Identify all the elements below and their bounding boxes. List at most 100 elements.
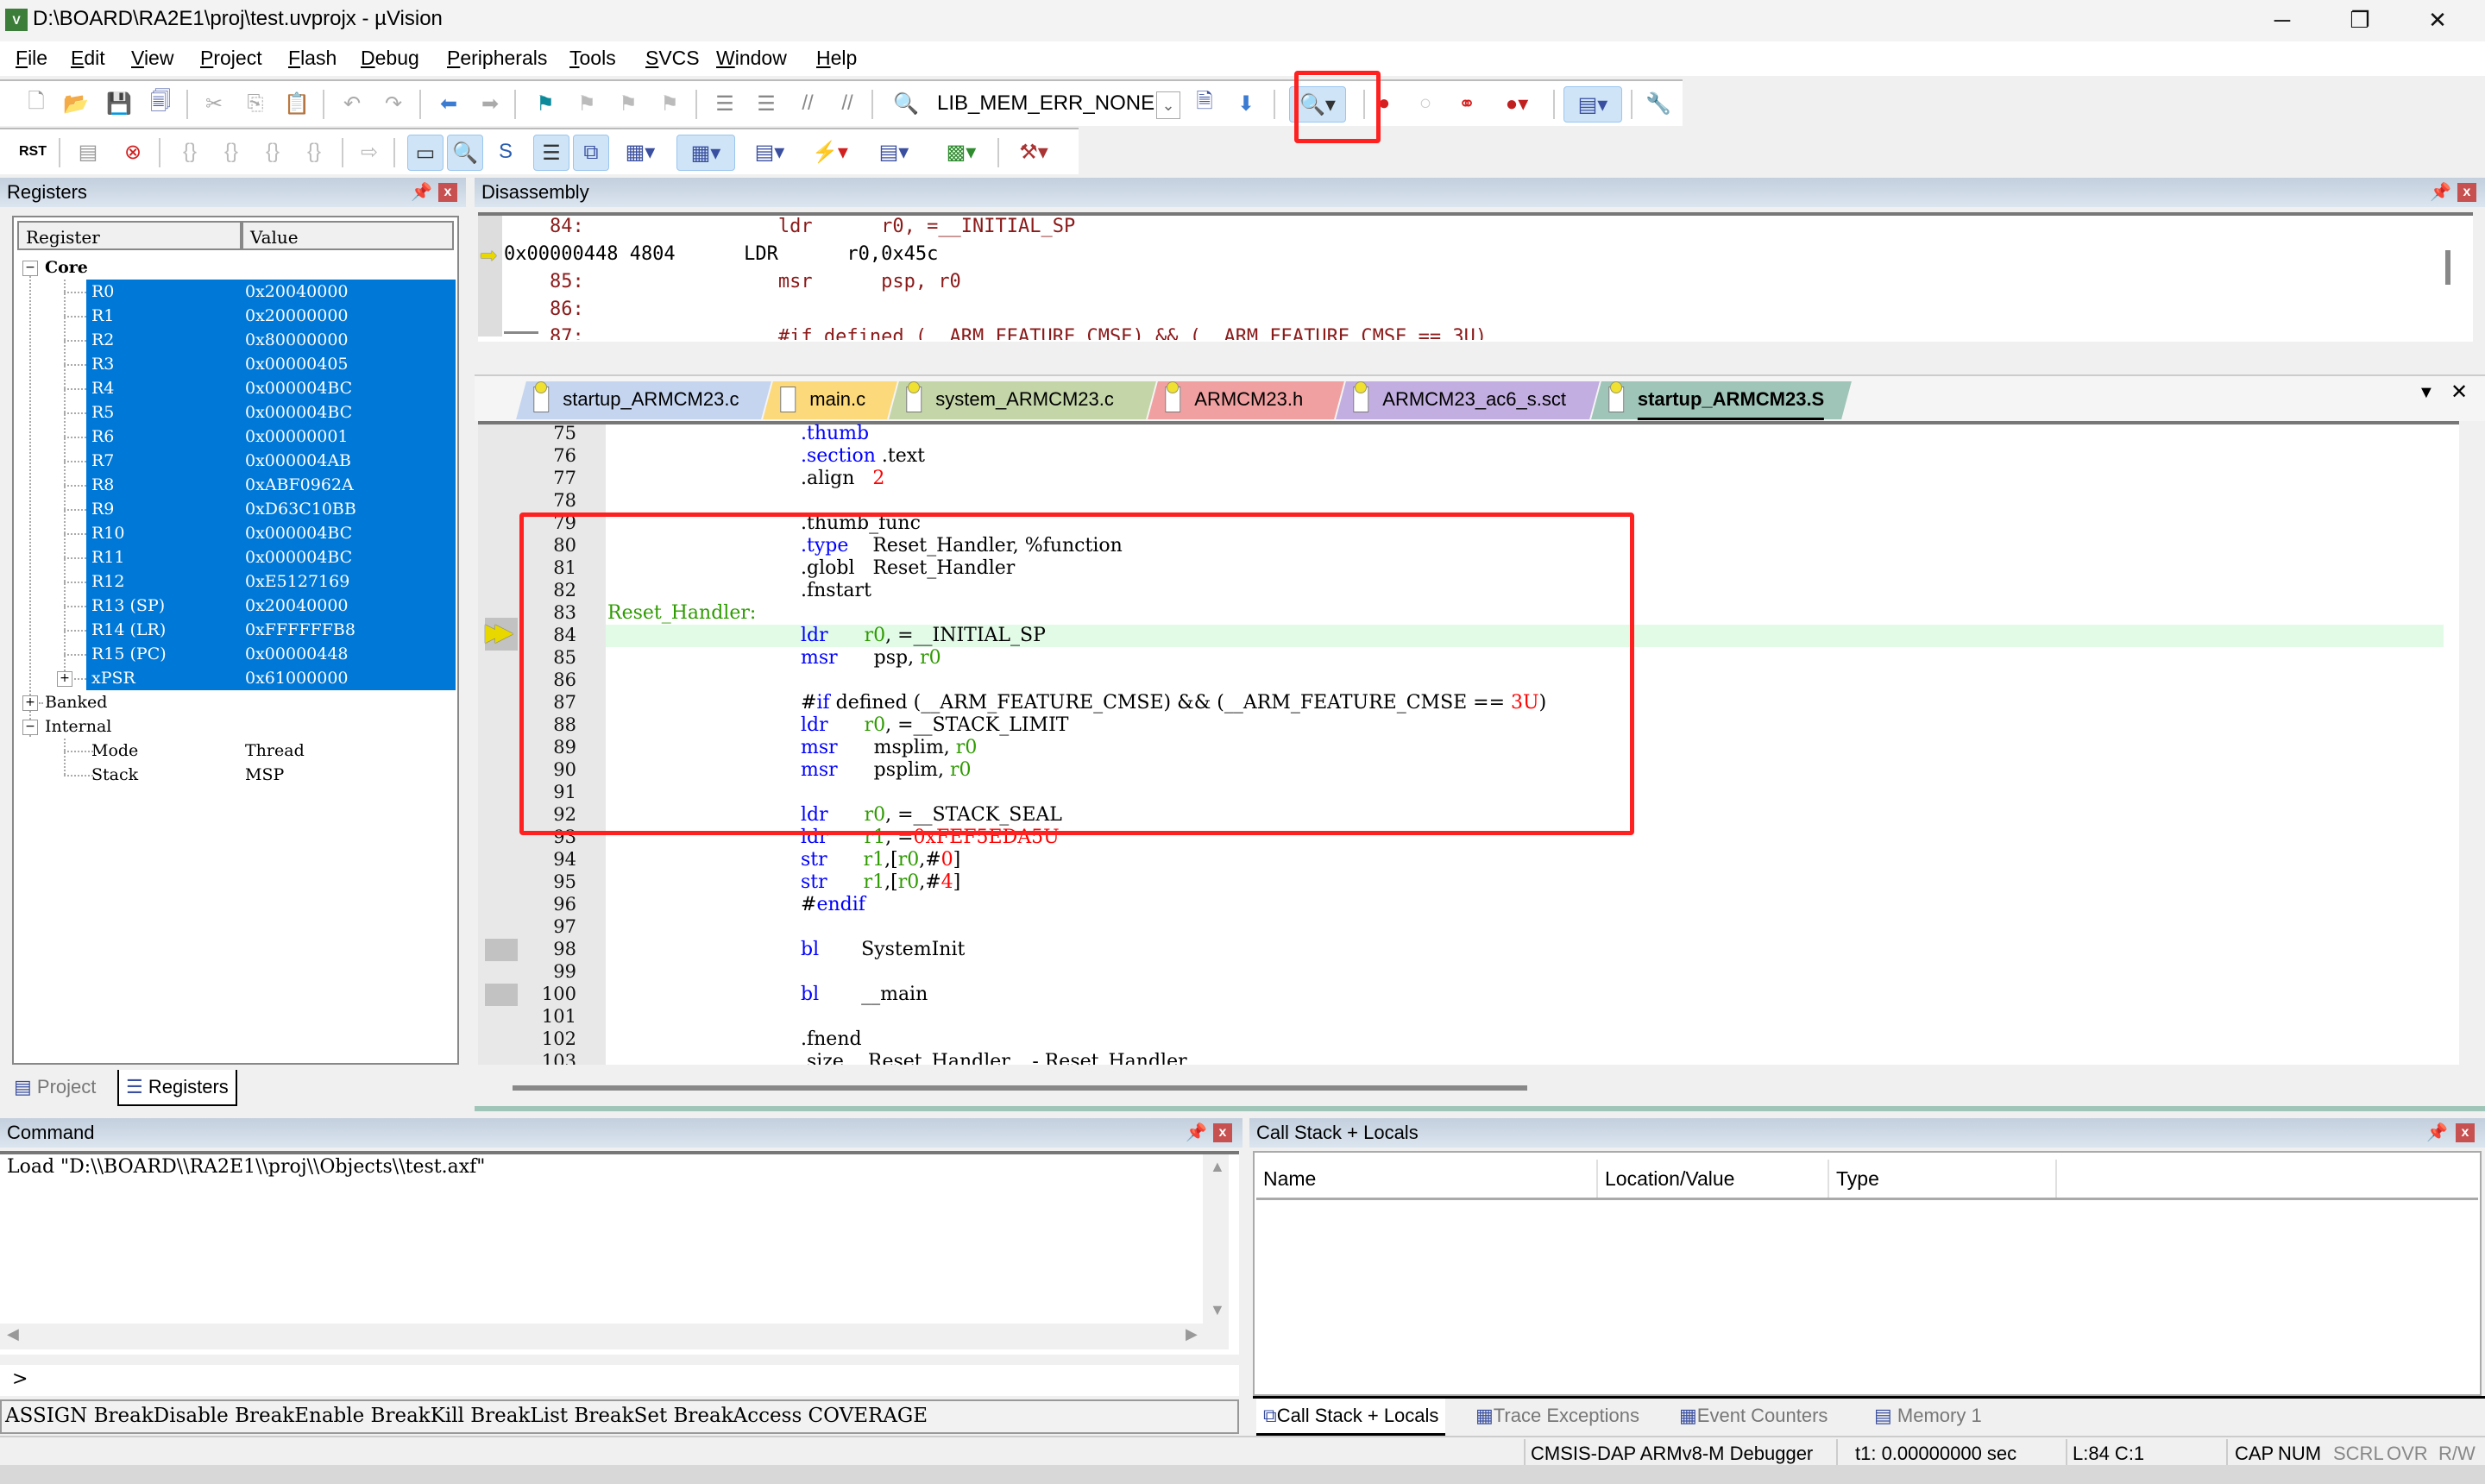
command-input[interactable] (0, 1365, 1239, 1396)
tab-registers[interactable]: ☰ Registers (117, 1070, 237, 1106)
minimize-button[interactable]: ─ (2243, 0, 2321, 41)
code-line[interactable]: .fnend (801, 1028, 862, 1050)
analysis-window-icon[interactable]: ⚡▾ (806, 135, 854, 169)
register-value[interactable]: 0x00000001 (245, 424, 349, 449)
find-text-field[interactable]: LIB_MEM_ERR_NONE (937, 91, 1154, 116)
copy-icon[interactable]: ⎘ (238, 86, 273, 121)
scroll-up-icon[interactable]: ▲ (1210, 1158, 1225, 1176)
editor-tab[interactable]: ARMCM23_ac6_s.sct (1336, 381, 1600, 419)
breakpoint-slot-100[interactable] (485, 984, 518, 1006)
register-value[interactable]: 0x20040000 (245, 280, 349, 304)
column-header-location[interactable]: Location/Value (1598, 1160, 1829, 1198)
register-value[interactable]: 0x20040000 (245, 594, 349, 618)
code-line[interactable]: .align 2 (801, 468, 884, 489)
tab-callstack-locals[interactable]: ⧉Call Stack + Locals (1256, 1399, 1446, 1436)
restore-button[interactable]: ❐ (2321, 0, 2399, 41)
register-row[interactable]: R12 0xE5127169 (86, 569, 456, 594)
code-line[interactable]: bl __main (801, 984, 928, 1005)
save-all-icon[interactable]: 🗐 (143, 86, 178, 121)
register-row[interactable]: R5 0x000004BC (86, 400, 456, 424)
register-row[interactable]: R8 0xABF0962A (86, 473, 456, 497)
uncomment-icon[interactable]: // (830, 86, 865, 121)
scroll-down-icon[interactable]: ▼ (1210, 1301, 1225, 1319)
register-value[interactable]: 0x00000448 (245, 642, 349, 666)
register-row[interactable]: R0 0x20040000 (86, 280, 456, 304)
watch-window-icon[interactable]: ▦▾ (616, 135, 664, 169)
disassembly-instruction[interactable]: 0x00000448 4804 LDR r0,0x45c (504, 243, 938, 265)
register-row[interactable]: R13 (SP) 0x20040000 (86, 594, 456, 618)
disassembly-source-line[interactable]: 86: (504, 299, 584, 320)
command-hscroll[interactable] (0, 1324, 1229, 1349)
undo-icon[interactable]: ↶ (335, 86, 369, 121)
new-file-icon[interactable]: 🗋 (19, 86, 53, 121)
editor-hscroll-thumb[interactable] (513, 1085, 1527, 1091)
breakpoint-slot-98[interactable] (485, 939, 518, 961)
register-value[interactable]: 0x000004BC (245, 545, 352, 569)
menu-view[interactable]: View (131, 47, 173, 70)
close-disassembly-button[interactable]: x (2457, 183, 2476, 202)
command-window-icon[interactable]: ▭ (407, 135, 444, 171)
close-callstack-button[interactable]: x (2456, 1123, 2475, 1142)
code-line[interactable]: bl SystemInit (801, 939, 965, 960)
expand-banked-icon[interactable]: + (22, 695, 38, 711)
disassembly-window-icon[interactable]: 🔍 (447, 135, 483, 171)
register-row[interactable]: R9 0xD63C10BB (86, 497, 456, 521)
system-viewer-icon[interactable]: ▩▾ (937, 135, 985, 169)
unindent-icon[interactable]: ☰ (749, 86, 783, 121)
register-value[interactable]: 0x000004BC (245, 376, 352, 400)
clear-bookmarks-icon[interactable]: ⚑ (652, 86, 687, 121)
toolbox-icon[interactable]: ⚒▾ (1008, 135, 1060, 169)
callstack-window-icon[interactable]: ⧉ (573, 135, 609, 171)
symbols-window-icon[interactable]: S (488, 135, 523, 169)
editor-tab[interactable]: startup_ARMCM23.c (516, 381, 771, 419)
tab-list-dropdown-icon[interactable]: ▼ (2418, 383, 2435, 403)
memory-window-icon[interactable]: ▦▾ (676, 135, 735, 171)
register-value[interactable]: 0xFFFFFFB8 (245, 618, 355, 642)
menu-flash[interactable]: Flash (288, 47, 337, 70)
register-row[interactable]: R4 0x000004BC (86, 376, 456, 400)
register-value[interactable]: 0x000004BC (245, 400, 352, 424)
collapse-internal-icon[interactable]: − (22, 720, 38, 735)
pin-icon[interactable]: 📌 (411, 181, 432, 203)
indent-icon[interactable]: ☰ (708, 86, 742, 121)
find-in-files-icon[interactable]: 🔍 (889, 86, 923, 121)
register-value[interactable]: 0x00000405 (245, 352, 349, 376)
editor-vscroll[interactable] (2459, 421, 2473, 1065)
register-row[interactable]: R6 0x00000001 (86, 424, 456, 449)
internal-register-row[interactable]: Stack MSP (86, 763, 456, 787)
incremental-find-icon[interactable]: ⬇ (1229, 86, 1263, 121)
register-value[interactable]: 0x20000000 (245, 304, 349, 328)
register-row[interactable]: R10 0x000004BC (86, 521, 456, 545)
step-over-icon[interactable]: {} (214, 135, 248, 169)
register-value[interactable]: 0x000004BC (245, 521, 352, 545)
editor-tab[interactable]: system_ARMCM23.c (889, 381, 1156, 419)
register-value[interactable]: 0xE5127169 (245, 569, 349, 594)
menu-help[interactable]: Help (816, 47, 857, 70)
show-next-statement-icon[interactable]: ⇨ (352, 135, 387, 169)
scroll-left-icon[interactable]: ◀ (7, 1325, 19, 1343)
step-into-icon[interactable]: {} (173, 135, 207, 169)
code-line[interactable]: str r1,[r0,#0] (801, 849, 960, 871)
find-dropdown-arrow[interactable]: ⌄ (1156, 91, 1180, 119)
step-out-icon[interactable]: {} (255, 135, 290, 169)
collapse-core-icon[interactable]: − (22, 261, 38, 276)
disassembly-source-line[interactable]: 84: ldr r0, =__INITIAL_SP (504, 216, 1075, 237)
register-group-core[interactable]: Core (45, 255, 88, 280)
nav-forward-icon[interactable]: ➡ (473, 86, 507, 121)
register-row[interactable]: R15 (PC) 0x00000448 (86, 642, 456, 666)
code-line[interactable]: str r1,[r0,#4] (801, 871, 960, 893)
reset-button[interactable]: RST (16, 135, 50, 169)
tab-event-counters[interactable]: ▦Event Counters (1672, 1399, 1834, 1433)
register-row[interactable]: R2 0x80000000 (86, 328, 456, 352)
menu-debug[interactable]: Debug (361, 47, 419, 70)
register-row[interactable]: R14 (LR) 0xFFFFFFB8 (86, 618, 456, 642)
disassembly-scrollbar[interactable] (2445, 250, 2450, 285)
code-line[interactable]: .thumb (801, 423, 869, 444)
editor-tab[interactable]: startup_ARMCM23.S (1591, 381, 1852, 420)
comment-icon[interactable]: // (790, 86, 825, 121)
register-group-internal[interactable]: Internal (45, 714, 111, 739)
close-tab-button[interactable]: ✕ (2450, 380, 2468, 405)
menu-file[interactable]: File (16, 47, 47, 70)
bookmark-icon[interactable]: ⚑ (528, 86, 563, 121)
prev-bookmark-icon[interactable]: ⚑ (569, 86, 604, 121)
